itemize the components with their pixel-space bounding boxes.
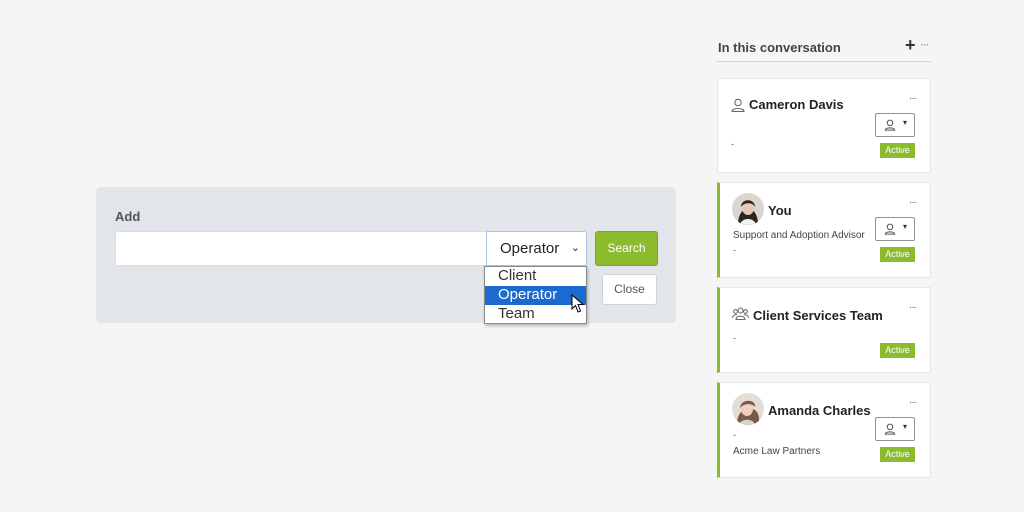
- person-icon: [884, 119, 896, 131]
- participant-name: Cameron Davis: [749, 97, 844, 112]
- participant-name: Client Services Team: [753, 308, 883, 323]
- participant-card: Amanda Charles ··· - Acme Law Partners ▾…: [717, 382, 931, 478]
- avatar: [732, 393, 764, 425]
- card-more-icon[interactable]: ···: [909, 197, 917, 208]
- caret-down-icon: ▾: [902, 118, 907, 127]
- role-menu-button[interactable]: ▾: [875, 217, 915, 241]
- participant-card: You ··· Support and Adoption Advisor - ▾…: [717, 182, 931, 278]
- participant-search-input[interactable]: [115, 231, 486, 266]
- participant-organization: Acme Law Partners: [733, 446, 821, 457]
- participant-detail: -: [731, 139, 734, 149]
- participant-type-select[interactable]: Operator ⌄: [486, 231, 587, 266]
- status-badge: Active: [880, 343, 915, 358]
- add-participant-icon[interactable]: +: [905, 35, 916, 56]
- person-icon: [884, 223, 896, 235]
- caret-down-icon: ▾: [902, 222, 907, 231]
- add-label: Add: [115, 209, 141, 224]
- participant-card: Client Services Team ··· - Active: [717, 287, 931, 373]
- more-options-icon[interactable]: ···: [920, 39, 929, 51]
- role-menu-button[interactable]: ▾: [875, 113, 915, 137]
- participant-name: You: [768, 203, 792, 218]
- participant-role: Support and Adoption Advisor: [733, 230, 865, 241]
- role-menu-button[interactable]: ▾: [875, 417, 915, 441]
- person-icon: [731, 98, 745, 112]
- mouse-cursor-icon: [571, 294, 585, 313]
- participant-detail: -: [733, 245, 736, 255]
- avatar: [732, 193, 764, 225]
- participant-role: -: [733, 430, 736, 440]
- caret-down-icon: ▾: [902, 422, 907, 431]
- chevron-down-icon: ⌄: [570, 242, 580, 254]
- participant-name: Amanda Charles: [768, 403, 871, 418]
- participant-card: Cameron Davis ··· - ▾ Active: [717, 78, 931, 173]
- participant-detail: -: [733, 333, 736, 343]
- team-icon: [732, 307, 749, 320]
- status-badge: Active: [880, 247, 915, 262]
- close-button[interactable]: Close: [602, 274, 657, 305]
- status-badge: Active: [880, 143, 915, 158]
- status-badge: Active: [880, 447, 915, 462]
- header-divider: [716, 61, 931, 62]
- person-icon: [884, 423, 896, 435]
- add-participant-panel: Add Operator ⌄ Search Close Client Opera…: [96, 187, 676, 324]
- conversation-title: In this conversation: [718, 40, 841, 55]
- type-select-value: Operator: [500, 240, 560, 257]
- card-more-icon[interactable]: ···: [909, 397, 917, 408]
- dropdown-option-client[interactable]: Client: [485, 267, 586, 286]
- card-more-icon[interactable]: ···: [909, 302, 917, 313]
- search-button[interactable]: Search: [595, 231, 658, 266]
- card-more-icon[interactable]: ···: [909, 93, 917, 104]
